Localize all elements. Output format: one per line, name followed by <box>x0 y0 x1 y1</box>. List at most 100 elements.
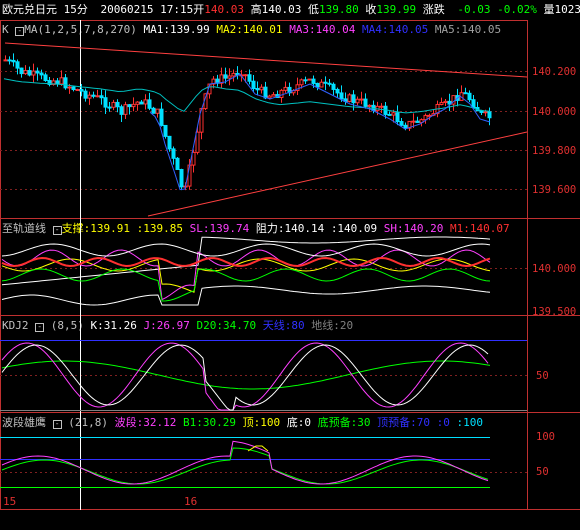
candle-body <box>247 74 252 82</box>
candle-body <box>299 79 304 86</box>
candle-body <box>387 113 392 116</box>
candle-body <box>87 94 92 99</box>
candle-body <box>3 59 8 62</box>
candle-body <box>331 83 336 90</box>
candle-body <box>363 98 368 107</box>
candle-body <box>103 97 108 108</box>
candle-body <box>135 101 140 105</box>
candle-body <box>91 94 96 97</box>
candle-body <box>23 70 28 75</box>
candle-body <box>43 74 48 82</box>
candle-body <box>151 107 156 114</box>
candle-body <box>423 114 428 121</box>
candle-body <box>443 100 448 104</box>
candle-body <box>319 81 324 88</box>
candle-body <box>31 70 36 76</box>
candle-body <box>339 92 344 100</box>
candle-body <box>251 80 256 90</box>
candle-body <box>55 80 60 85</box>
wave-band-line <box>1 440 489 485</box>
candle-body <box>95 95 100 98</box>
candle-body <box>159 108 164 126</box>
candle-body <box>11 59 16 63</box>
candle-body <box>327 82 332 85</box>
candle-body <box>35 70 40 74</box>
candle-body <box>107 106 112 109</box>
candle-body <box>355 98 360 104</box>
chart-canvas[interactable] <box>0 0 580 530</box>
candle-body <box>111 101 116 108</box>
candle-body <box>15 61 20 69</box>
candle-body <box>227 75 232 79</box>
candle-body <box>279 89 284 98</box>
candle-body <box>171 148 176 159</box>
candle-body <box>79 89 84 92</box>
candle-body <box>7 59 12 62</box>
candle-body <box>367 104 372 107</box>
candle-body <box>483 111 488 114</box>
wave-b1-line <box>1 447 489 485</box>
candle-body <box>131 103 136 108</box>
candle-body <box>143 99 148 105</box>
candle-body <box>67 86 72 89</box>
kdj-j-line <box>1 342 489 411</box>
candle-body <box>359 98 364 101</box>
candle-body <box>307 78 312 81</box>
candle-body <box>315 82 320 88</box>
candle-body <box>391 112 396 116</box>
lower-trendline <box>147 131 528 217</box>
track-lines <box>1 236 491 306</box>
candle-body <box>335 88 340 94</box>
candle-body <box>303 79 308 82</box>
candle-body <box>179 168 184 188</box>
track-line <box>1 243 491 257</box>
track-line <box>1 268 491 302</box>
candle-body <box>487 111 492 119</box>
candle-body <box>427 114 432 117</box>
candle-body <box>59 77 64 85</box>
candle-body <box>119 106 124 115</box>
candle-body <box>167 135 172 150</box>
candle-body <box>283 86 288 91</box>
candle-body <box>163 124 168 137</box>
candle-body <box>379 105 384 108</box>
track-line <box>1 285 491 306</box>
candle-body <box>123 104 128 115</box>
candle-body <box>259 86 264 91</box>
candle-body <box>439 102 444 106</box>
candle-body <box>147 99 152 109</box>
candle-body <box>155 108 160 114</box>
candle-body <box>195 131 200 153</box>
candle-body <box>255 88 260 91</box>
candle-body <box>39 72 44 76</box>
candle-body <box>139 101 144 105</box>
candle-body <box>83 90 88 99</box>
candle-body <box>395 112 400 123</box>
candle-body <box>19 67 24 75</box>
candle-body <box>75 89 80 92</box>
candle-body <box>463 92 468 95</box>
kdj-k-line <box>1 344 489 411</box>
candle-body <box>411 120 416 123</box>
candle-body <box>71 86 76 91</box>
candle-body <box>415 120 420 123</box>
candle-body <box>399 121 404 126</box>
candle-body <box>231 72 236 77</box>
candle-body <box>467 92 472 101</box>
candle-body <box>243 74 248 77</box>
candle-body <box>99 95 104 99</box>
candle-body <box>175 157 180 170</box>
track-line <box>1 249 491 301</box>
candle-body <box>127 104 132 108</box>
candle-body <box>403 124 408 129</box>
candlesticks <box>3 53 492 191</box>
candle-body <box>115 101 120 108</box>
candle-body <box>223 74 228 79</box>
candle-body <box>271 94 276 97</box>
candle-body <box>323 81 328 84</box>
candle-body <box>27 70 32 76</box>
candle-body <box>351 94 356 104</box>
candle-body <box>267 95 272 99</box>
candle-body <box>263 86 268 99</box>
candle-body <box>311 78 316 84</box>
